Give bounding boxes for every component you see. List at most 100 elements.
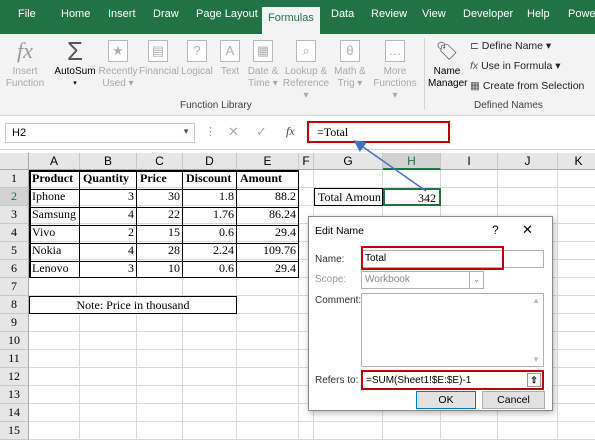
select-all-corner[interactable] <box>0 153 29 170</box>
row-header[interactable]: 12 <box>0 368 29 386</box>
table-cell[interactable]: 0.6 <box>183 224 237 242</box>
lookup-reference-button[interactable]: ⌕ Lookup & Reference ▾ <box>282 36 330 102</box>
row-header[interactable]: 10 <box>0 332 29 350</box>
ok-button[interactable]: OK <box>416 391 476 409</box>
column-header[interactable]: I <box>441 153 498 170</box>
table-cell[interactable]: 28 <box>137 242 183 260</box>
date-time-button[interactable]: ▦ Date & Time ▾ <box>246 36 280 90</box>
formula-input[interactable]: =Total <box>307 121 450 143</box>
column-header[interactable]: J <box>498 153 558 170</box>
name-box[interactable]: H2 ▼ <box>5 123 195 143</box>
tab-formulas[interactable]: Formulas <box>262 7 320 34</box>
table-cell[interactable]: 86.24 <box>237 206 299 224</box>
tab-data[interactable]: Data <box>331 8 354 20</box>
financial-button[interactable]: ▤ Financial <box>139 36 179 78</box>
table-cell[interactable]: 29.4 <box>237 260 299 278</box>
table-cell[interactable]: 29.4 <box>237 224 299 242</box>
table-header-cell[interactable]: Discount <box>183 170 237 188</box>
row-header[interactable]: 2 <box>0 188 29 206</box>
table-cell[interactable]: Lenovo <box>29 260 80 278</box>
table-cell[interactable]: 30 <box>137 188 183 206</box>
tab-insert[interactable]: Insert <box>108 8 136 20</box>
total-value-cell[interactable]: 342 <box>383 188 441 206</box>
table-cell[interactable]: Iphone <box>29 188 80 206</box>
table-header-cell[interactable]: Price <box>137 170 183 188</box>
tab-file[interactable]: File <box>18 8 36 20</box>
collapse-dialog-icon[interactable]: ⇧ <box>527 373 541 387</box>
chevron-down-icon[interactable]: ⌄ <box>469 271 483 289</box>
enter-check-icon[interactable]: ✓ <box>256 124 267 140</box>
close-icon[interactable]: ✕ <box>522 222 533 238</box>
table-header-cell[interactable]: Quantity <box>80 170 137 188</box>
tab-view[interactable]: View <box>422 8 446 20</box>
define-name-button[interactable]: ⊏ Define Name ▾ <box>470 40 551 52</box>
tab-power[interactable]: Powe <box>568 8 595 20</box>
create-from-selection-button[interactable]: ▦ Create from Selection <box>470 80 584 92</box>
comment-textarea[interactable]: ▲ ▼ <box>361 293 544 367</box>
row-header[interactable]: 4 <box>0 224 29 242</box>
table-cell[interactable]: 4 <box>80 206 137 224</box>
tab-page-layout[interactable]: Page Layout <box>196 8 258 20</box>
table-cell[interactable]: 22 <box>137 206 183 224</box>
column-header[interactable]: E <box>237 153 299 170</box>
row-header[interactable]: 3 <box>0 206 29 224</box>
table-cell[interactable]: 1.76 <box>183 206 237 224</box>
table-cell[interactable]: 3 <box>80 188 137 206</box>
note-cell[interactable]: Note: Price in thousand <box>29 296 237 314</box>
scroll-up-icon[interactable]: ▲ <box>532 296 540 305</box>
column-header[interactable]: H <box>383 153 441 170</box>
total-label-cell[interactable]: Total Amoun <box>314 188 383 206</box>
insert-function-icon[interactable]: fx <box>286 124 295 139</box>
table-cell[interactable]: 109.76 <box>237 242 299 260</box>
table-header-cell[interactable]: Product <box>29 170 80 188</box>
table-cell[interactable]: 4 <box>80 242 137 260</box>
help-icon[interactable]: ? <box>492 223 499 237</box>
scroll-down-icon[interactable]: ▼ <box>532 355 540 364</box>
column-header[interactable]: K <box>558 153 595 170</box>
recently-used-button[interactable]: ★ Recently Used ▾ <box>98 36 138 90</box>
row-header[interactable]: 8 <box>0 296 29 314</box>
column-header[interactable]: C <box>137 153 183 170</box>
use-in-formula-button[interactable]: fx Use in Formula ▾ <box>470 60 561 72</box>
cancel-button[interactable]: Cancel <box>482 391 545 409</box>
autosum-button[interactable]: Σ AutoSum ▾ <box>52 36 98 90</box>
row-header[interactable]: 1 <box>0 170 29 188</box>
tab-developer[interactable]: Developer <box>463 8 513 20</box>
table-cell[interactable]: Nokia <box>29 242 80 260</box>
row-header[interactable]: 14 <box>0 404 29 422</box>
table-cell[interactable]: 88.2 <box>237 188 299 206</box>
column-header[interactable]: A <box>29 153 80 170</box>
tab-home[interactable]: Home <box>61 8 90 20</box>
row-header[interactable]: 7 <box>0 278 29 296</box>
table-cell[interactable]: 15 <box>137 224 183 242</box>
table-cell[interactable]: 2.24 <box>183 242 237 260</box>
name-manager-button[interactable]: 🏷 Name Manager <box>428 36 467 90</box>
row-header[interactable]: 5 <box>0 242 29 260</box>
row-header[interactable]: 13 <box>0 386 29 404</box>
scope-select[interactable]: Workbook ⌄ <box>361 271 484 289</box>
more-functions-button[interactable]: … More Functions ▾ <box>370 36 420 102</box>
row-header[interactable]: 9 <box>0 314 29 332</box>
table-cell[interactable]: 3 <box>80 260 137 278</box>
text-button[interactable]: A Text <box>217 36 243 78</box>
tab-review[interactable]: Review <box>371 8 407 20</box>
logical-button[interactable]: ? Logical <box>180 36 214 78</box>
insert-function-button[interactable]: fx Insert Function <box>5 36 45 90</box>
table-cell[interactable]: 10 <box>137 260 183 278</box>
table-header-cell[interactable]: Amount <box>237 170 299 188</box>
chevron-down-icon[interactable]: ▼ <box>182 127 190 136</box>
table-cell[interactable]: 0.6 <box>183 260 237 278</box>
row-header[interactable]: 6 <box>0 260 29 278</box>
row-header[interactable]: 15 <box>0 422 29 440</box>
row-header[interactable]: 11 <box>0 350 29 368</box>
table-cell[interactable]: Vivo <box>29 224 80 242</box>
table-cell[interactable]: 2 <box>80 224 137 242</box>
column-header[interactable]: G <box>314 153 383 170</box>
column-header[interactable]: D <box>183 153 237 170</box>
refers-to-input[interactable]: =SUM(Sheet1!$E:$E)-1 ⇧ <box>361 370 544 390</box>
math-trig-button[interactable]: θ Math & Trig ▾ <box>332 36 368 90</box>
tab-draw[interactable]: Draw <box>153 8 179 20</box>
tab-help[interactable]: Help <box>527 8 550 20</box>
cancel-icon[interactable]: ✕ <box>228 124 239 140</box>
table-cell[interactable]: 1.8 <box>183 188 237 206</box>
